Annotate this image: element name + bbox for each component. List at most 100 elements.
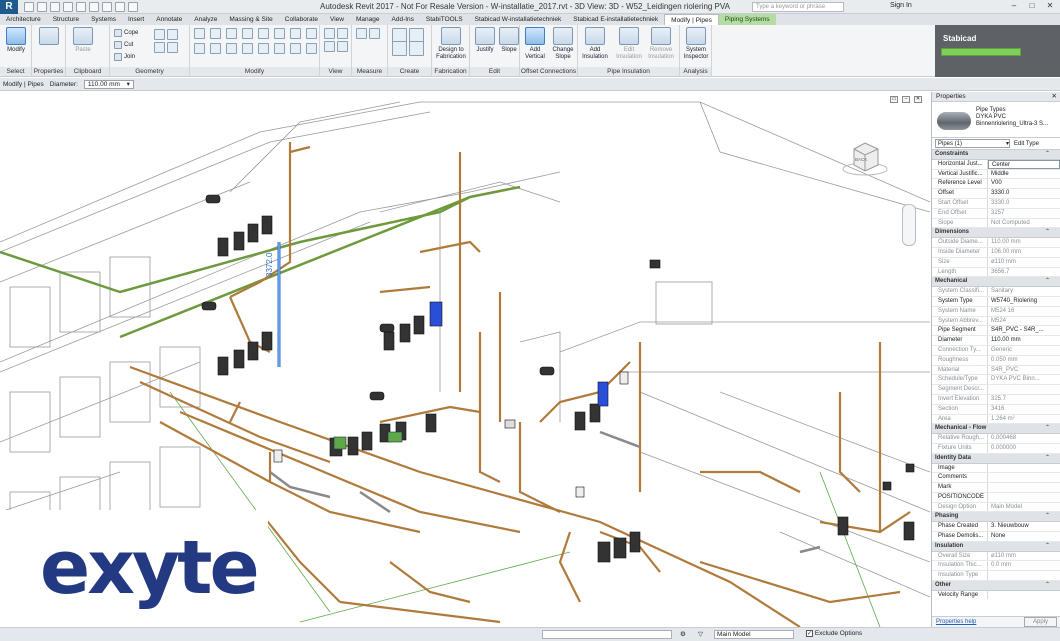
undo-icon[interactable]: [63, 1, 73, 12]
property-row[interactable]: Comments: [932, 473, 1060, 484]
property-section-header[interactable]: Insulation: [932, 541, 1060, 552]
close-icon[interactable]: ✕: [1042, 1, 1058, 12]
paint-icon[interactable]: [337, 41, 348, 52]
worksets-icon[interactable]: ⚙: [680, 630, 686, 638]
tab-collaborate[interactable]: Collaborate: [279, 14, 324, 25]
unpin-icon[interactable]: [274, 43, 285, 54]
add-insulation-button[interactable]: Add Insulation: [580, 27, 610, 61]
property-value[interactable]: V00: [988, 179, 1060, 188]
geometry-tool-icon[interactable]: [154, 42, 165, 53]
paste-button[interactable]: Paste: [68, 27, 98, 54]
property-section-header[interactable]: Mechanical: [932, 277, 1060, 288]
tab-piping-systems[interactable]: Piping Systems: [718, 14, 776, 25]
property-row[interactable]: Image: [932, 463, 1060, 474]
tab-stabicad-w-installatietechniek[interactable]: Stabicad W-installatietechniek: [469, 14, 568, 25]
property-value[interactable]: W5740_Riolering: [988, 297, 1060, 306]
tab-systems[interactable]: Systems: [85, 14, 122, 25]
align-icon[interactable]: [194, 28, 205, 39]
diameter-select[interactable]: 110.00 mm ▾: [83, 79, 134, 89]
dimension-icon[interactable]: [369, 28, 380, 39]
property-section-header[interactable]: Identity Data: [932, 453, 1060, 464]
properties-help-link[interactable]: Properties help: [936, 619, 976, 625]
tab-insert[interactable]: Insert: [122, 14, 150, 25]
tab-view[interactable]: View: [324, 14, 350, 25]
close-icon[interactable]: ✕: [1052, 92, 1057, 102]
tab-stabicad-e-installatietechniek[interactable]: Stabicad E-installatietechniek: [567, 14, 664, 25]
status-input-field[interactable]: [542, 630, 672, 639]
property-value[interactable]: Center: [988, 159, 1060, 169]
instance-filter-select[interactable]: Pipes (1) ▾: [935, 139, 1010, 148]
split-icon[interactable]: [258, 28, 269, 39]
cope-button[interactable]: Cope: [114, 29, 138, 37]
trim-icon[interactable]: [258, 43, 269, 54]
property-section-header[interactable]: Mechanical - Flow: [932, 424, 1060, 435]
property-row[interactable]: Vertical Justific... Middle: [932, 169, 1060, 180]
system-inspector-button[interactable]: System Inspector: [681, 27, 711, 61]
redo-icon[interactable]: [76, 1, 86, 12]
navigation-bar[interactable]: [902, 204, 916, 246]
create-similar-icon[interactable]: [409, 41, 424, 56]
property-value[interactable]: 110.00 mm: [988, 336, 1060, 345]
edit-type-button[interactable]: Edit Type: [1014, 141, 1039, 147]
search-input[interactable]: Type a keyword or phrase: [752, 2, 844, 12]
property-value[interactable]: None: [988, 532, 1060, 541]
tab-structure[interactable]: Structure: [47, 14, 85, 25]
geometry-tool-icon[interactable]: [167, 42, 178, 53]
maximize-icon[interactable]: □: [1024, 1, 1040, 12]
trim-icon[interactable]: [242, 43, 253, 54]
sign-in-link[interactable]: Sign In: [890, 2, 912, 9]
property-row[interactable]: Phase Demolis... None: [932, 532, 1060, 542]
copy-icon[interactable]: [210, 43, 221, 54]
design-to-fabrication-button[interactable]: Design to Fabrication: [436, 27, 466, 61]
property-value[interactable]: Middle: [988, 170, 1060, 179]
minimize-icon[interactable]: –: [1006, 1, 1022, 12]
linework-icon[interactable]: [324, 41, 335, 52]
app-menu-button[interactable]: R: [0, 0, 18, 14]
measure-icon[interactable]: [102, 1, 112, 12]
property-row[interactable]: Phase Created 3. Nieuwbouw: [932, 522, 1060, 533]
apply-button[interactable]: Apply: [1023, 617, 1057, 627]
move-icon[interactable]: [194, 43, 205, 54]
property-row[interactable]: System Type W5740_Riolering: [932, 296, 1060, 307]
offset-icon[interactable]: [210, 28, 221, 39]
property-value[interactable]: [988, 493, 1060, 502]
text-icon[interactable]: [115, 1, 125, 12]
close-view-icon[interactable]: ✕: [914, 96, 922, 103]
tab-annotate[interactable]: Annotate: [150, 14, 188, 25]
viewcube[interactable]: BACK: [840, 137, 890, 177]
create-group-icon[interactable]: [392, 41, 407, 56]
mirror-icon[interactable]: [226, 28, 237, 39]
tab-massing-site[interactable]: Massing & Site: [223, 14, 278, 25]
property-value[interactable]: [988, 464, 1060, 473]
property-value[interactable]: 3. Nieuwbouw: [988, 522, 1060, 531]
property-row[interactable]: Horizontal Just... Center: [932, 159, 1060, 170]
property-section-header[interactable]: Constraints: [932, 150, 1060, 160]
design-option-select[interactable]: Main Model: [714, 630, 794, 639]
join-button[interactable]: Join: [114, 53, 135, 61]
edit-insulation-button[interactable]: Edit Insulation: [614, 27, 644, 61]
property-section-header[interactable]: Dimensions: [932, 228, 1060, 239]
property-section-header[interactable]: Other: [932, 581, 1060, 591]
minimize-view-icon[interactable]: –: [902, 96, 910, 103]
modify-button[interactable]: Modify: [1, 27, 31, 54]
property-row[interactable]: Pipe Segment S4R_PVC - S4R_...: [932, 326, 1060, 337]
delete-icon[interactable]: [290, 43, 301, 54]
filter-icon[interactable]: ▽: [698, 630, 703, 638]
tab-stabitools[interactable]: StabiTOOLS: [420, 14, 469, 25]
3d-view-icon[interactable]: [128, 1, 138, 12]
geometry-tool-icon[interactable]: [154, 29, 165, 40]
tab-manage[interactable]: Manage: [350, 14, 386, 25]
stabicad-search-field[interactable]: [941, 48, 1021, 56]
mirror-icon[interactable]: [242, 28, 253, 39]
override-icon[interactable]: [337, 28, 348, 39]
type-selector[interactable]: Pipe Types DYKA PVC Binnenriolering_Ultr…: [932, 102, 1060, 138]
properties-button[interactable]: [34, 27, 64, 47]
measure-icon[interactable]: [356, 28, 367, 39]
scale-icon[interactable]: [290, 28, 301, 39]
property-section-header[interactable]: Phasing: [932, 512, 1060, 523]
pin-icon[interactable]: [306, 28, 317, 39]
split-gap-icon[interactable]: [306, 43, 317, 54]
save-icon[interactable]: [37, 1, 47, 12]
tab-architecture[interactable]: Architecture: [0, 14, 47, 25]
property-row[interactable]: Diameter 110.00 mm: [932, 336, 1060, 346]
